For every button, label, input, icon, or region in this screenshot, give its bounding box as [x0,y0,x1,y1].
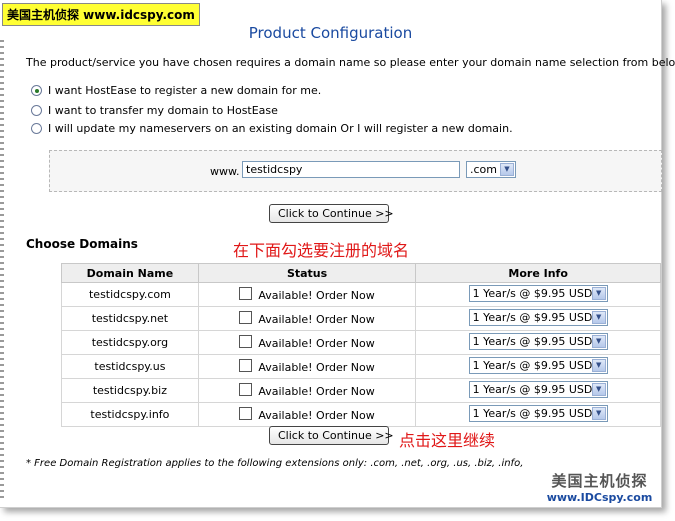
table-row: testidcspy.biz Available! Order Now 1 Ye… [61,378,661,403]
more-info-cell: 1 Year/s @ $9.95 USD ▼ [415,282,661,307]
period-select[interactable]: 1 Year/s @ $9.95 USD ▼ [468,404,608,422]
more-info-cell: 1 Year/s @ $9.95 USD ▼ [415,330,661,355]
status-cell: Available! Order Now [197,330,417,355]
tld-select[interactable]: .com ▼ [466,161,516,178]
period-select-value: 1 Year/s @ $9.95 USD [472,310,593,324]
status-text: Available! Order Now [258,289,375,302]
period-select[interactable]: 1 Year/s @ $9.95 USD ▼ [468,332,608,350]
watermark-bottom-url: www.IDCspy.com [546,491,653,504]
order-checkbox[interactable] [239,359,253,372]
status-cell: Available! Order Now [197,282,417,307]
order-checkbox[interactable] [239,311,253,324]
option-register[interactable]: I want HostEase to register a new domain… [31,84,321,97]
chevron-down-icon: ▼ [591,286,606,300]
period-select[interactable]: 1 Year/s @ $9.95 USD ▼ [468,284,608,302]
option-register-label: I want HostEase to register a new domain… [48,84,322,97]
option-transfer-label: I want to transfer my domain to HostEase [48,104,278,117]
period-select-value: 1 Year/s @ $9.95 USD [472,286,593,300]
chevron-down-icon: ▼ [500,163,514,176]
status-cell: Available! Order Now [197,378,417,403]
table-row: testidcspy.com Available! Order Now 1 Ye… [61,282,661,307]
annotation-click: 点击这里继续 [399,431,496,450]
intro-text: The product/service you have chosen requ… [26,56,675,69]
domain-name-cell: testidcspy.biz [61,378,199,403]
www-prefix: www. [210,165,240,178]
domain-name-cell: testidcspy.info [61,402,199,427]
domain-name-cell: testidcspy.org [61,330,199,355]
more-info-cell: 1 Year/s @ $9.95 USD ▼ [415,354,661,379]
status-text: Available! Order Now [258,409,375,422]
chevron-down-icon: ▼ [591,310,606,324]
header-status: Status [197,263,417,283]
chevron-down-icon: ▼ [591,406,606,420]
left-border [0,40,4,500]
chevron-down-icon: ▼ [591,334,606,348]
table-row: testidcspy.info Available! Order Now 1 Y… [61,402,661,427]
table-row: testidcspy.org Available! Order Now 1 Ye… [61,330,661,355]
radio-register[interactable] [31,85,42,96]
choose-domains-heading: Choose Domains [26,237,138,251]
annotation-choose: 在下面勾选要注册的域名 [233,241,410,260]
footnote: * Free Domain Registration applies to th… [26,458,524,469]
domain-name-cell: testidcspy.net [61,306,199,331]
period-select-value: 1 Year/s @ $9.95 USD [472,358,593,372]
order-checkbox[interactable] [239,407,253,420]
status-cell: Available! Order Now [197,354,417,379]
domains-table: Domain Name Status More Info testidcspy.… [61,263,661,427]
more-info-cell: 1 Year/s @ $9.95 USD ▼ [415,306,661,331]
radio-transfer[interactable] [31,105,42,116]
page-title: Product Configuration [248,24,413,42]
radio-nameservers[interactable] [31,123,42,134]
table-row: testidcspy.us Available! Order Now 1 Yea… [61,354,661,379]
more-info-cell: 1 Year/s @ $9.95 USD ▼ [415,378,661,403]
tld-select-value: .com [470,163,497,176]
chevron-down-icon: ▼ [591,382,606,396]
order-checkbox[interactable] [239,335,253,348]
status-cell: Available! Order Now [197,306,417,331]
order-checkbox[interactable] [239,383,253,396]
header-domain-name: Domain Name [61,263,199,283]
header-more-info: More Info [415,263,661,283]
continue-button-top[interactable]: Click to Continue >> [269,204,394,223]
domain-name-cell: testidcspy.us [61,354,199,379]
period-select-value: 1 Year/s @ $9.95 USD [472,406,593,420]
status-cell: Available! Order Now [197,402,417,427]
status-text: Available! Order Now [258,337,375,350]
watermark-bottom: 美国主机侦探 www.IDCspy.com [537,470,662,504]
table-row: testidcspy.net Available! Order Now 1 Ye… [61,306,661,331]
status-text: Available! Order Now [258,385,375,398]
chevron-down-icon: ▼ [591,358,606,372]
watermark-top: 美国主机侦探 www.idcspy.com [2,3,200,26]
domain-name-input[interactable]: testidcspy [242,161,460,178]
period-select[interactable]: 1 Year/s @ $9.95 USD ▼ [468,308,608,326]
period-select-value: 1 Year/s @ $9.95 USD [472,382,593,396]
option-transfer[interactable]: I want to transfer my domain to HostEase [31,104,278,117]
status-text: Available! Order Now [258,313,375,326]
status-text: Available! Order Now [258,361,375,374]
option-nameservers[interactable]: I will update my nameservers on an exist… [31,122,513,135]
period-select[interactable]: 1 Year/s @ $9.95 USD ▼ [468,380,608,398]
table-header-row: Domain Name Status More Info [61,263,661,283]
continue-button-bottom[interactable]: Click to Continue >> [269,426,394,445]
domain-name-cell: testidcspy.com [61,282,199,307]
more-info-cell: 1 Year/s @ $9.95 USD ▼ [415,402,661,427]
watermark-bottom-cn: 美国主机侦探 [551,472,648,490]
period-select[interactable]: 1 Year/s @ $9.95 USD ▼ [468,356,608,374]
option-nameservers-label: I will update my nameservers on an exist… [48,122,513,135]
order-checkbox[interactable] [239,287,253,300]
period-select-value: 1 Year/s @ $9.95 USD [472,334,593,348]
